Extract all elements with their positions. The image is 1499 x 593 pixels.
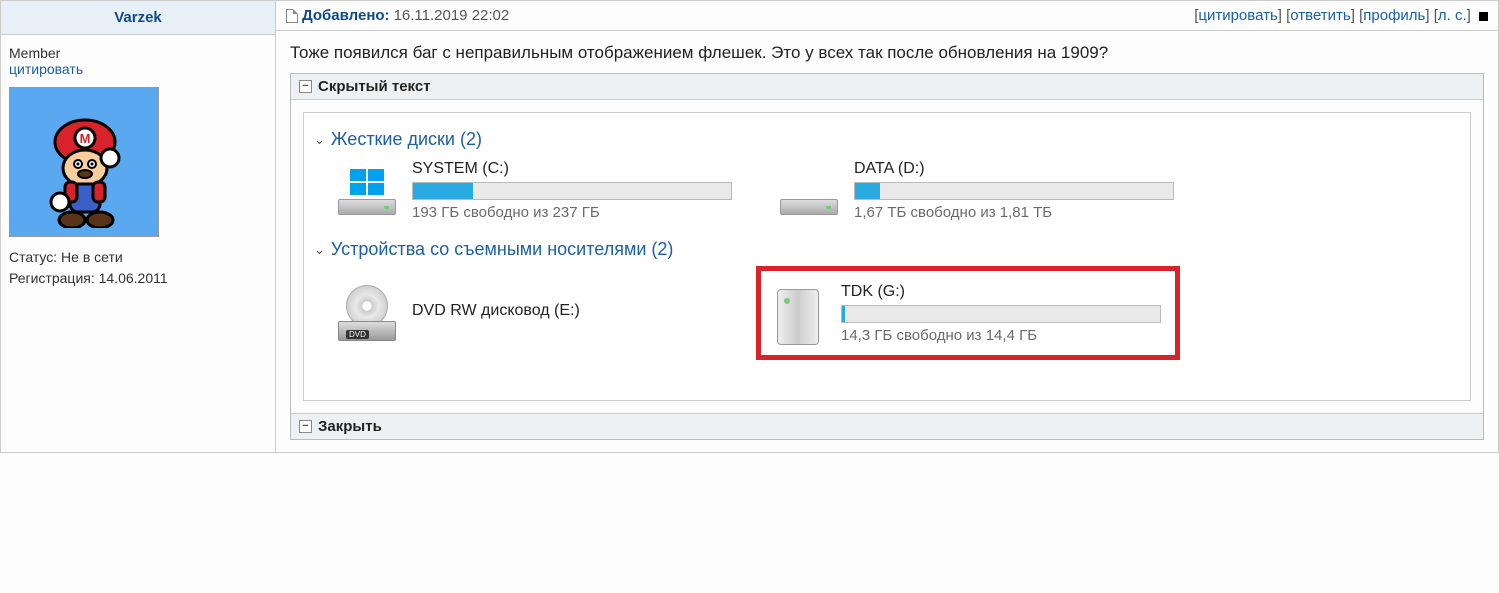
user-quote-link[interactable]: цитировать <box>9 61 83 77</box>
capacity-bar <box>412 182 732 200</box>
capacity-bar <box>841 305 1161 323</box>
avatar-image: M <box>20 98 150 228</box>
drive-data-d[interactable]: DATA (D:) 1,67 ТБ свободно из 1,81 ТБ <box>776 156 1178 225</box>
drive-name: TDK (G:) <box>841 283 1161 301</box>
action-quote[interactable]: цитировать <box>1198 7 1277 24</box>
post-actions: [цитировать] [ответить] [профиль] [л. с.… <box>1194 7 1488 24</box>
user-meta: Статус: Не в сети Регистрация: 14.06.201… <box>9 247 267 289</box>
user-details: Member цитировать M <box>1 35 275 299</box>
action-profile[interactable]: профиль <box>1363 7 1425 24</box>
spoiler-close-label: Закрыть <box>318 418 382 435</box>
forum-post: Varzek Member цитировать M <box>0 0 1499 453</box>
drive-name: DVD RW дисковод (E:) <box>412 302 712 320</box>
username-header: Varzek <box>1 1 275 35</box>
spoiler-title: Скрытый текст <box>318 78 431 95</box>
drive-tdk-g[interactable]: TDK (G:) 14,3 ГБ свободно из 14,4 ГБ <box>767 277 1165 349</box>
hdd-group-header[interactable]: ⌄ Жесткие диски (2) <box>314 129 1460 150</box>
drive-stats: 193 ГБ свободно из 237 ГБ <box>412 204 732 221</box>
post-text: Тоже появился баг с неправильным отображ… <box>290 43 1484 63</box>
drive-stats: 1,67 ТБ свободно из 1,81 ТБ <box>854 204 1174 221</box>
added-label: Добавлено: <box>302 7 390 24</box>
post-icon <box>286 9 298 23</box>
highlight-box: TDK (G:) 14,3 ГБ свободно из 14,4 ГБ <box>756 266 1180 360</box>
removable-group-header[interactable]: ⌄ Устройства со съемными носителями (2) <box>314 239 1460 260</box>
hdd-icon <box>338 167 396 215</box>
removable-group-title: Устройства со съемными носителями (2) <box>331 239 673 260</box>
hdd-icon <box>780 167 838 215</box>
capacity-bar <box>854 182 1174 200</box>
status-label: Статус: <box>9 249 57 265</box>
removable-drive-icon <box>771 281 825 345</box>
action-reply[interactable]: ответить <box>1290 7 1350 24</box>
post-body: Тоже появился баг с неправильным отображ… <box>276 31 1498 452</box>
chevron-down-icon: ⌄ <box>314 242 325 258</box>
drive-stats: 14,3 ГБ свободно из 14,4 ГБ <box>841 327 1161 344</box>
collapse-icon[interactable]: − <box>299 420 312 433</box>
spoiler-box: − Скрытый текст ⌄ Жесткие диски (2) <box>290 73 1484 440</box>
chevron-down-icon: ⌄ <box>314 132 325 148</box>
drive-name: DATA (D:) <box>854 160 1174 178</box>
added-time: 16.11.2019 22:02 <box>394 7 510 24</box>
reg-value: 14.06.2011 <box>99 270 168 286</box>
scroll-top-icon[interactable] <box>1479 12 1488 21</box>
post-header: Добавлено: 16.11.2019 22:02 [цитировать]… <box>276 1 1498 31</box>
spoiler-header[interactable]: − Скрытый текст <box>291 74 1483 100</box>
spoiler-footer[interactable]: − Закрыть <box>291 413 1483 439</box>
collapse-icon[interactable]: − <box>299 80 312 93</box>
user-panel: Varzek Member цитировать M <box>1 1 276 452</box>
explorer-screenshot: ⌄ Жесткие диски (2) SYSTEM (C:) <box>303 112 1471 401</box>
content-panel: Добавлено: 16.11.2019 22:02 [цитировать]… <box>276 1 1498 452</box>
avatar: M <box>9 87 159 237</box>
action-pm[interactable]: л. с. <box>1438 7 1467 24</box>
drive-system-c[interactable]: SYSTEM (C:) 193 ГБ свободно из 237 ГБ <box>334 156 736 225</box>
dvd-icon: DVD <box>338 285 396 341</box>
username-link[interactable]: Varzek <box>114 9 162 26</box>
status-value: Не в сети <box>61 249 123 265</box>
drive-name: SYSTEM (C:) <box>412 160 732 178</box>
reg-label: Регистрация: <box>9 270 95 286</box>
hdd-group-title: Жесткие диски (2) <box>331 129 482 150</box>
svg-text:M: M <box>80 131 91 146</box>
user-role: Member <box>9 45 267 61</box>
drive-dvd-e[interactable]: DVD DVD RW дисковод (E:) <box>334 266 716 360</box>
